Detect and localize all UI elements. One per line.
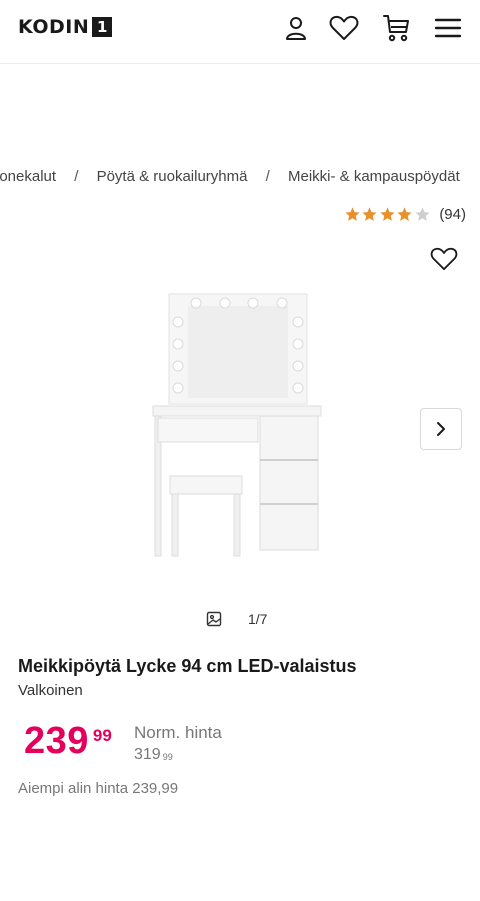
normal-price: Norm. hinta 319 99 (134, 724, 222, 766)
site-header: KODIN 1 (0, 0, 480, 64)
breadcrumb-item[interactable]: uonekalut (0, 168, 56, 185)
normal-price-value: 319 99 (134, 744, 222, 766)
gallery-counter: 1/7 (206, 611, 267, 627)
normal-price-integer: 319 (134, 746, 161, 763)
product-image[interactable] (150, 292, 322, 562)
rating-count: (94) (439, 206, 466, 223)
product-title: Meikkipöytä Lycke 94 cm LED-valaistus (18, 656, 357, 676)
next-image-button[interactable] (420, 408, 462, 450)
breadcrumb-separator: / (265, 168, 270, 185)
normal-price-decimals: 99 (162, 752, 173, 762)
heart-icon[interactable] (328, 12, 360, 44)
star-filled-icon (380, 207, 395, 221)
breadcrumb-separator: / (74, 168, 79, 185)
star-filled-icon (362, 207, 377, 221)
price-decimals: 99 (92, 726, 112, 745)
previous-lowest-price: Aiempi alin hinta 239,99 (18, 780, 179, 797)
normal-price-label: Norm. hinta (134, 723, 222, 742)
menu-icon[interactable] (432, 12, 464, 44)
star-empty-icon (415, 207, 430, 221)
cart-icon[interactable] (380, 12, 412, 44)
breadcrumb-item[interactable]: Pöytä & ruokailuryhmä (97, 168, 248, 185)
image-icon (206, 611, 222, 627)
gallery-counter-text: 1/7 (248, 611, 268, 627)
star-filled-icon (345, 207, 360, 221)
product-rating[interactable]: (94) (344, 206, 466, 223)
rating-stars (344, 206, 432, 223)
user-icon[interactable] (280, 12, 312, 44)
breadcrumb-item[interactable]: Meikki- & kampauspöydät (288, 168, 460, 185)
logo-number: 1 (92, 17, 113, 37)
star-filled-icon (397, 207, 412, 221)
add-to-favorites-button[interactable] (428, 243, 460, 275)
kodin1-logo[interactable]: KODIN 1 (18, 16, 113, 38)
product-variant: Valkoinen (18, 682, 83, 699)
price-integer: 239 (24, 720, 89, 762)
logo-text: KODIN (18, 16, 90, 38)
current-price: 239 99 (24, 720, 112, 762)
breadcrumb: uonekalut / Pöytä & ruokailuryhmä / Meik… (0, 168, 480, 188)
